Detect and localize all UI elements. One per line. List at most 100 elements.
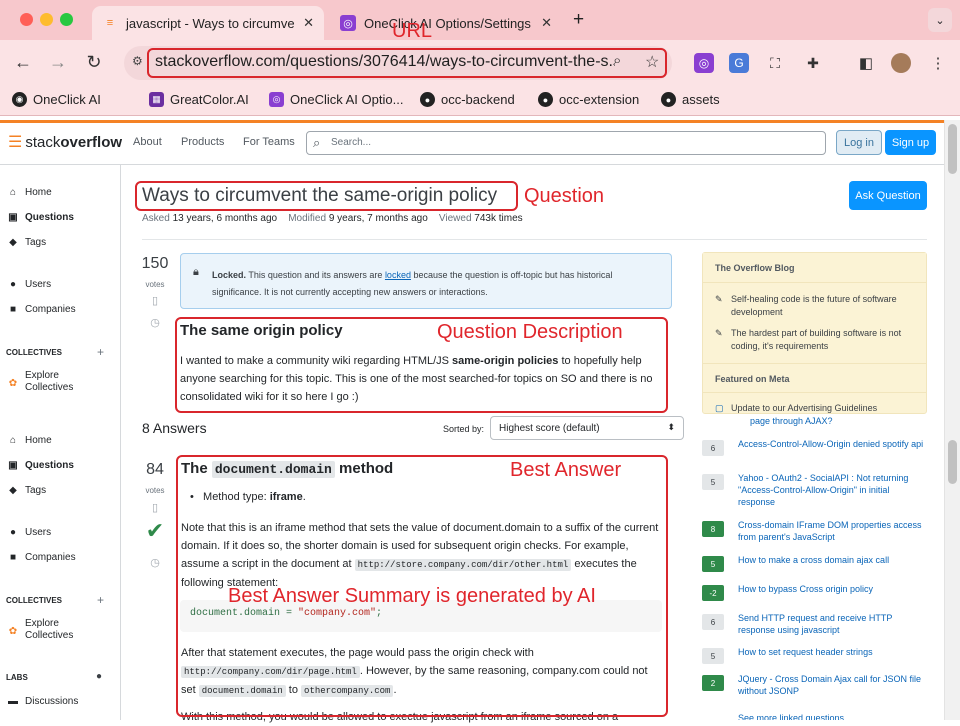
close-window-button[interactable] (20, 13, 33, 26)
oneclick-extension-icon[interactable]: ◎ (694, 53, 714, 73)
sidebar-item-tags[interactable]: ◆ Tags (7, 485, 46, 496)
maximize-window-button[interactable] (60, 13, 73, 26)
summary-annotation: Best Answer Summary is generated by AI (228, 585, 596, 607)
accepted-checkmark-icon: ✔ (145, 518, 165, 543)
bookmark-occ-backend[interactable]: ● occ-backend (420, 92, 515, 107)
overflow-blog-box: The Overflow Blog ✎ Self-healing code is … (702, 252, 927, 414)
ask-question-button[interactable]: Ask Question (849, 181, 927, 210)
bookmark-star-icon[interactable]: ☆ (645, 52, 659, 72)
login-button[interactable]: Log in (836, 130, 882, 155)
reload-icon[interactable]: ↻ (83, 52, 105, 73)
bookmark-icon[interactable]: ▯ (140, 501, 170, 514)
extensions-puzzle-icon[interactable]: ✚ (803, 53, 823, 73)
see-more-linked-link[interactable]: See more linked questions (702, 712, 927, 720)
linked-item[interactable]: -2 How to bypass Cross origin policy (702, 583, 927, 601)
sidebar-item-tags[interactable]: ◆ Tags (7, 237, 46, 248)
companies-icon: ■ (9, 304, 17, 315)
tab-close-icon[interactable]: ✕ (303, 15, 314, 31)
tab-oneclick-settings[interactable]: ◎ OneClick AI Options/Settings ✕ (330, 6, 562, 40)
blog-item[interactable]: ✎ The hardest part of building software i… (715, 327, 915, 353)
linked-item[interactable]: 5 How to set request header strings (702, 646, 927, 664)
page-scrollbar[interactable] (944, 120, 960, 720)
companies-icon: ■ (9, 552, 17, 563)
bookmark-oneclick-ai[interactable]: ◉ OneClick AI (12, 92, 101, 107)
bookmark-occ-extension[interactable]: ● occ-extension (538, 92, 639, 107)
so-logo-icon: ☰ (8, 134, 23, 151)
home-icon: ⌂ (9, 435, 17, 446)
sort-select[interactable]: Highest score (default) ⬍ (490, 416, 684, 440)
linked-item[interactable]: 6 Access-Control-Allow-Origin denied spot… (702, 438, 927, 456)
translate-extension-icon[interactable]: G (729, 53, 749, 73)
inner-scrollbar-thumb[interactable] (948, 440, 957, 484)
sidebar-item-questions[interactable]: ▣ Questions (7, 212, 74, 223)
sidebar-explore-collectives[interactable]: ✿ Explore Collectives (7, 370, 74, 394)
side-panel-icon[interactable]: ◧ (856, 53, 876, 73)
add-collective-icon[interactable]: + (97, 345, 104, 359)
scrollbar-thumb[interactable] (948, 124, 957, 174)
collectives-icon: ✿ (8, 378, 18, 389)
zoom-icon[interactable]: ⌕ (613, 52, 621, 69)
question-meta: Asked 13 years, 6 months ago Modified 9 … (142, 213, 523, 224)
tab-search-chevron-icon[interactable]: ⌄ (928, 8, 952, 32)
tag-icon: ◆ (9, 485, 17, 496)
meta-item[interactable]: ▢ Update to our Advertising Guidelines (715, 402, 915, 415)
so-logo[interactable]: ☰ stack overflow (8, 132, 122, 152)
add-collective-icon[interactable]: + (97, 593, 104, 607)
sort-label: Sorted by: (443, 424, 485, 434)
linked-item[interactable]: 2 JQuery - Cross Domain Ajax call for JSO… (702, 673, 927, 697)
nav-for-teams[interactable]: For Teams (243, 136, 295, 148)
minimize-window-button[interactable] (40, 13, 53, 26)
oneclick-favicon-icon: ◎ (340, 15, 356, 31)
github-logo-icon: ● (538, 92, 553, 107)
question-highlight-box (135, 181, 518, 211)
discussions-icon: ▬ (8, 696, 18, 707)
signup-button[interactable]: Sign up (885, 130, 936, 155)
forward-arrow-icon[interactable]: → (47, 52, 69, 73)
history-icon[interactable]: ◷ (140, 556, 170, 569)
sidebar-item-users[interactable]: ● Users (7, 279, 51, 290)
labs-info-icon[interactable]: ● (96, 671, 102, 682)
answer-vote-count: 84 (146, 461, 164, 478)
oneclick-icon: ◎ (269, 92, 284, 107)
nav-about[interactable]: About (133, 136, 162, 148)
nav-products[interactable]: Products (181, 136, 224, 148)
linked-item[interactable]: 6 Send HTTP request and receive HTTP resp… (702, 612, 927, 636)
bookmark-icon[interactable]: ▯ (140, 294, 170, 307)
linked-item[interactable]: 5 Yahoo - OAuth2 - SocialAPI : Not return… (702, 472, 927, 508)
locked-link[interactable]: locked (385, 270, 411, 280)
bookmark-assets[interactable]: ● assets (661, 92, 720, 107)
sidebar-item-home[interactable]: ⌂ Home (7, 187, 52, 198)
sidebar-item-home[interactable]: ⌂ Home (7, 435, 52, 446)
site-settings-icon[interactable]: ⚙ (132, 54, 143, 68)
blog-item[interactable]: ✎ Self-healing code is the future of soft… (715, 293, 915, 319)
github-logo-icon: ● (420, 92, 435, 107)
tab-stackoverflow[interactable]: ≡ javascript - Ways to circumve ✕ (92, 6, 324, 40)
profile-avatar[interactable] (891, 53, 911, 73)
locked-notice: 🔒︎ Locked. This question and its answers… (180, 253, 672, 309)
linked-item[interactable]: 5 How to make a cross domain ajax call (702, 554, 927, 572)
url-text[interactable]: stackoverflow.com/questions/3076414/ways… (155, 53, 615, 71)
new-tab-button[interactable]: + (573, 9, 584, 31)
browser-menu-icon[interactable]: ⋮ (928, 53, 948, 73)
sidebar-item-users[interactable]: ● Users (7, 527, 51, 538)
sidebar-item-companies[interactable]: ■ Companies (7, 552, 76, 563)
questions-icon: ▣ (8, 460, 18, 471)
bookmark-oneclick-options[interactable]: ◎ OneClick AI Optio... (269, 92, 403, 107)
pencil-icon: ✎ (715, 328, 723, 338)
bookmark-greatcolor[interactable]: ▦ GreatColor.AI (149, 92, 249, 107)
linked-item[interactable]: 8 Cross-domain IFrame DOM properties acce… (702, 519, 927, 543)
sidebar-explore-collectives[interactable]: ✿ Explore Collectives (7, 618, 74, 642)
linked-item[interactable]: page through AJAX? (702, 415, 927, 429)
search-input[interactable]: ⌕ Search... (306, 131, 826, 155)
meta-post-icon: ▢ (715, 403, 724, 413)
home-icon: ⌂ (9, 187, 17, 198)
screenshot-icon[interactable]: ⛶ (765, 53, 785, 73)
back-arrow-icon[interactable]: ← (12, 52, 34, 73)
tab-close-icon[interactable]: ✕ (541, 15, 552, 31)
sidebar-item-discussions[interactable]: ▬ Discussions (7, 696, 78, 707)
meta-heading: Featured on Meta (703, 363, 926, 393)
browser-tab-strip: ≡ javascript - Ways to circumve ✕ ◎ OneC… (0, 0, 960, 40)
history-icon[interactable]: ◷ (140, 316, 170, 329)
sidebar-item-companies[interactable]: ■ Companies (7, 304, 76, 315)
sidebar-item-questions[interactable]: ▣ Questions (7, 460, 74, 471)
